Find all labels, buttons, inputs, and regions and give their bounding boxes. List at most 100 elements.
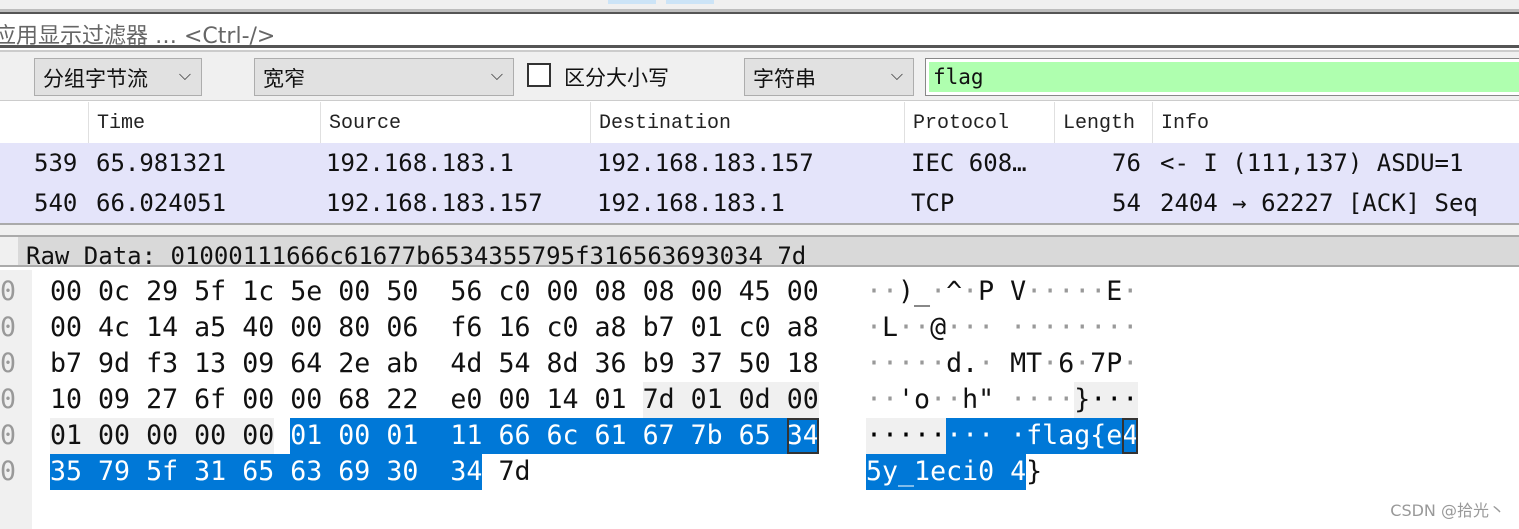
ascii-char[interactable]: · [898, 310, 914, 346]
ascii-char[interactable]: · [1122, 310, 1138, 346]
column-header-destination[interactable]: Destination [590, 102, 904, 143]
ascii-char[interactable]: · [1090, 274, 1106, 310]
packet-details-row[interactable]: Raw Data: 01000111666c61677b6534355795f3… [0, 237, 1519, 267]
ascii-char[interactable]: · [1090, 382, 1107, 418]
ascii-char[interactable]: a [1058, 418, 1075, 454]
hex-byte[interactable]: 00 [98, 418, 131, 454]
hex-byte[interactable]: 1c [242, 274, 274, 310]
hex-byte[interactable]: 00 [242, 418, 275, 454]
hex-byte[interactable]: 9d [98, 346, 130, 382]
hex-byte[interactable]: 56 [450, 274, 482, 310]
ascii-char[interactable]: · [866, 346, 882, 382]
hex-byte[interactable]: 01 [595, 382, 627, 418]
hex-byte[interactable]: b9 [643, 346, 675, 382]
search-type-select[interactable]: 字符串 ⌵ [744, 58, 914, 96]
ascii-char[interactable]: · [882, 382, 898, 418]
ascii-char[interactable]: V [1010, 274, 1026, 310]
hex-bytes-row[interactable]: 35 79 5f 31 65 63 69 30 34 7d [50, 454, 530, 490]
hex-bytes-row[interactable]: 00 4c 14 a5 40 00 80 06 f6 16 c0 a8 b7 0… [50, 310, 819, 346]
ascii-char[interactable]: · [946, 382, 962, 418]
hex-byte[interactable]: 08 [595, 274, 627, 310]
ascii-char[interactable]: · [930, 418, 947, 454]
hex-byte[interactable]: 27 [146, 382, 178, 418]
ascii-char[interactable]: · [1010, 418, 1027, 454]
hex-byte[interactable]: 09 [98, 382, 130, 418]
ascii-char[interactable]: · [1058, 274, 1074, 310]
ascii-char[interactable]: 6 [1058, 346, 1074, 382]
column-header-source[interactable]: Source [320, 102, 590, 143]
ascii-char[interactable]: M [1010, 346, 1026, 382]
ascii-char[interactable]: P [1106, 346, 1122, 382]
hex-byte[interactable]: 0d [738, 382, 771, 418]
ascii-char[interactable]: · [1122, 274, 1138, 310]
hex-byte[interactable]: 16 [498, 310, 530, 346]
hex-byte[interactable]: 5e [290, 274, 322, 310]
ascii-char[interactable]: ^ [946, 274, 962, 310]
hex-byte[interactable]: 8d [546, 346, 578, 382]
packet-row[interactable]: 540 66.024051 192.168.183.157 192.168.183.1… [0, 183, 1519, 223]
ascii-char[interactable]: · [898, 346, 914, 382]
ascii-char[interactable]: 5 [866, 454, 883, 490]
ascii-char[interactable]: L [882, 310, 898, 346]
hex-byte[interactable]: 36 [595, 346, 627, 382]
hex-byte[interactable]: a8 [595, 310, 627, 346]
pane-splitter[interactable] [0, 223, 1519, 237]
ascii-char[interactable]: · [1106, 382, 1123, 418]
ascii-char[interactable]: · [930, 346, 946, 382]
hex-byte[interactable]: ab [386, 346, 418, 382]
ascii-char[interactable]: " [978, 382, 994, 418]
ascii-char[interactable]: · [978, 310, 994, 346]
hex-byte[interactable]: 01 [50, 418, 83, 454]
ascii-char[interactable]: · [882, 418, 899, 454]
hex-byte[interactable]: 63 [290, 454, 323, 490]
hex-byte[interactable]: c0 [546, 310, 578, 346]
ascii-char[interactable]: 1 [914, 454, 931, 490]
ascii-char[interactable]: } [1074, 382, 1091, 418]
ascii-char[interactable]: _ [898, 454, 915, 490]
ascii-row[interactable]: ··)_·^·P V·····E· [866, 274, 1138, 310]
ascii-char[interactable]: 7 [1090, 346, 1106, 382]
hex-byte[interactable]: 37 [691, 346, 723, 382]
ascii-char[interactable]: y [882, 454, 899, 490]
toolbar-button[interactable] [666, 0, 714, 4]
hex-byte[interactable]: f6 [450, 310, 482, 346]
ascii-char[interactable]: · [866, 382, 882, 418]
ascii-char[interactable]: 4 [1010, 454, 1027, 490]
ascii-char[interactable]: · [1122, 382, 1139, 418]
hex-byte[interactable]: 4c [98, 310, 130, 346]
ascii-row[interactable]: ·····d.· MT·6·7P· [866, 346, 1138, 382]
hex-byte[interactable]: 22 [386, 382, 418, 418]
ascii-char[interactable]: 0 [978, 454, 995, 490]
hex-byte[interactable]: 01 [386, 418, 419, 454]
ascii-char[interactable]: P [978, 274, 994, 310]
hex-byte[interactable]: 7d [642, 382, 675, 418]
ascii-row[interactable]: ·L··@··· ········ [866, 310, 1138, 346]
hex-byte[interactable]: 00 [194, 418, 227, 454]
hex-byte[interactable]: f3 [146, 346, 178, 382]
ascii-char[interactable]: · [1058, 310, 1074, 346]
search-string-input[interactable]: flag [925, 58, 1519, 96]
toolbar-button[interactable] [608, 0, 656, 4]
ascii-char[interactable]: . [962, 346, 978, 382]
ascii-char[interactable]: · [1074, 310, 1090, 346]
hex-byte[interactable]: 01 [290, 418, 323, 454]
ascii-char[interactable]: · [914, 418, 931, 454]
hex-byte[interactable]: 69 [338, 454, 371, 490]
ascii-char[interactable]: T [1026, 346, 1042, 382]
hex-byte[interactable]: 50 [386, 274, 418, 310]
hex-byte[interactable]: 00 [691, 274, 723, 310]
ascii-char[interactable]: f [1026, 418, 1043, 454]
hex-byte[interactable]: e0 [450, 382, 482, 418]
ascii-char[interactable]: E [1106, 274, 1122, 310]
ascii-char[interactable]: · [914, 346, 930, 382]
ascii-char[interactable]: · [1090, 310, 1106, 346]
hex-byte[interactable]: 7b [690, 418, 723, 454]
hex-byte[interactable]: 80 [338, 310, 370, 346]
hex-bytes-row[interactable]: 10 09 27 6f 00 00 68 22 e0 00 14 01 7d 0… [50, 382, 819, 418]
hex-byte[interactable]: 79 [98, 454, 131, 490]
hex-byte[interactable]: 00 [50, 310, 82, 346]
hex-byte[interactable]: a8 [787, 310, 819, 346]
ascii-char[interactable]: · [1058, 382, 1074, 418]
ascii-char[interactable]: · [962, 418, 979, 454]
ascii-char[interactable]: · [930, 274, 946, 310]
